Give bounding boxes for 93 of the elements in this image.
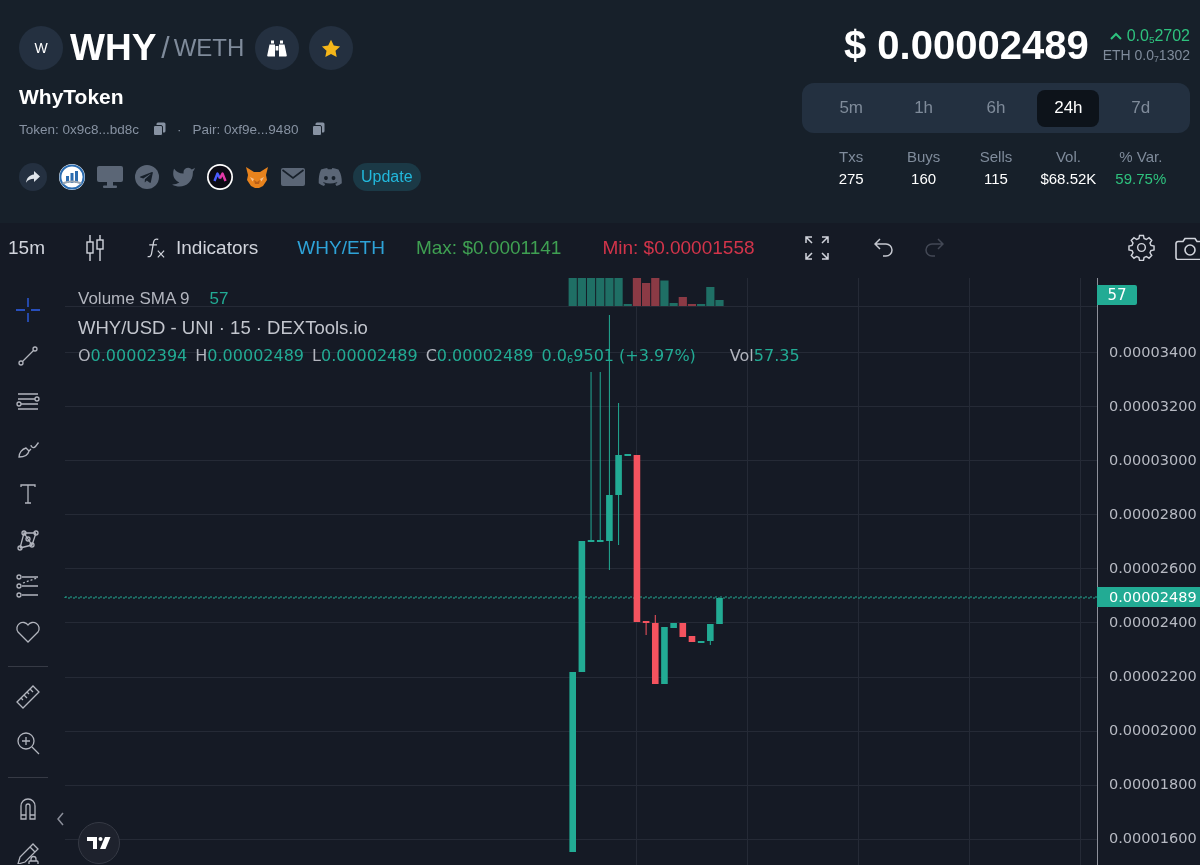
ohlc-label: L (312, 345, 321, 365)
stat-value: 115 (984, 169, 1008, 189)
favorite-button[interactable] (309, 26, 354, 70)
ohlc-label: O (78, 345, 91, 365)
fx-icon (146, 236, 165, 259)
stat-label: Sells (979, 147, 1013, 167)
ohlc-value: 0.00002394 (90, 345, 188, 365)
camera-icon[interactable] (1175, 235, 1200, 260)
token-avatar: W (19, 26, 63, 70)
stat-value: 160 (911, 169, 937, 189)
volume-bar (605, 278, 614, 306)
axis-price-label: 0.00002800 (1109, 505, 1198, 524)
copy-icon[interactable] (153, 122, 167, 136)
caret-up-icon (1109, 31, 1122, 40)
token-symbol: WHY (70, 26, 157, 70)
stat-value: $68.52K (1040, 169, 1097, 189)
last-price-badge: 0.00002489 (1097, 587, 1200, 607)
timeframe-tab[interactable]: 6h (965, 89, 1027, 127)
volume-bar (596, 278, 605, 306)
quote-symbol: WETH (173, 33, 245, 63)
bar-chart-logo-icon[interactable] (59, 164, 85, 190)
stat-label: Vol. (1055, 147, 1081, 167)
settings-icon[interactable] (1128, 234, 1155, 261)
ohlc-label: Vol (729, 345, 754, 365)
crosshair-icon[interactable] (13, 296, 42, 324)
monitor-icon[interactable] (97, 166, 123, 188)
interval-button[interactable]: 15m (8, 236, 45, 259)
stat-value: 59.75% (1115, 169, 1167, 189)
indicators-button[interactable]: Indicators (146, 236, 259, 259)
stat-value: 275 (838, 169, 864, 189)
star-icon (321, 38, 342, 58)
ohlc-label: H (195, 345, 208, 365)
chevron-left-icon[interactable] (57, 812, 65, 826)
update-button[interactable]: Update (353, 163, 421, 191)
token-name: WhyToken (19, 85, 125, 109)
ohlc-value: 0.00002489 (320, 345, 418, 365)
envelope-icon[interactable] (281, 168, 305, 186)
price-eth: ETH 0.0$_{7}$1302 (1102, 46, 1190, 65)
axis-price-label: 0.00002000 (1109, 721, 1198, 740)
stat-label: % Var. (1119, 147, 1163, 167)
undo-icon[interactable] (873, 238, 894, 257)
paper-plane-icon[interactable] (135, 165, 159, 189)
axis-price-label: 0.00003000 (1109, 451, 1198, 470)
candle (652, 615, 659, 684)
candles-icon[interactable] (84, 234, 105, 261)
address-text: Pair: 0xf9e...9480 (192, 121, 299, 137)
candle (670, 623, 677, 628)
bird-icon[interactable] (171, 167, 195, 187)
binoculars-icon (267, 39, 288, 57)
copy-icon[interactable] (312, 122, 326, 136)
fullscreen-icon[interactable] (804, 235, 829, 260)
volume-bar (586, 278, 596, 306)
ohlc-value: 57.35 (753, 345, 800, 365)
axis-price-label: 0.00003400 (1109, 343, 1198, 362)
price-change: 0.0$_{5}$2702 (1126, 26, 1190, 45)
pair-slash: / (161, 30, 170, 66)
volume-bar (651, 278, 660, 306)
price-usd: $ 0.00002489 (843, 22, 1089, 68)
volume-indicator-value: 57 (209, 289, 229, 309)
axis-price-label: 0.00002600 (1109, 559, 1198, 578)
candle (716, 598, 723, 624)
max-price: Max: $0.0001141 (415, 236, 562, 259)
candle (661, 627, 668, 684)
address-text: Token: 0x9c8...bd8c (19, 121, 140, 137)
axis-price-label: 0.00001800 (1109, 775, 1198, 794)
binoculars-button[interactable] (255, 26, 300, 70)
ohlc-value: 0.00002489 (207, 345, 305, 365)
controller-icon[interactable] (317, 168, 343, 186)
min-price: Min: $0.00001558 (602, 236, 755, 259)
symbol-label[interactable]: WHY/ETH (297, 236, 385, 259)
fox-icon[interactable] (245, 166, 269, 188)
volume-bar (642, 283, 651, 306)
axis-price-label: 0.00002200 (1109, 667, 1198, 686)
stat-label: Buys (906, 147, 941, 167)
stat-label: Txs (839, 147, 864, 167)
separator-dot: · (177, 121, 182, 137)
axis-price-label: 0.00003200 (1109, 397, 1198, 416)
ohlc-value: 0.00002489 (436, 345, 534, 365)
timeframe-tab[interactable]: 7d (1109, 89, 1172, 127)
circle-logo-icon[interactable] (207, 164, 233, 190)
axis-price-label: 0.00001600 (1109, 829, 1198, 848)
volume-bar (577, 278, 586, 306)
chart-title: WHY/USD - UNI · 15 · DEXTools.io (78, 316, 369, 340)
timeframe-tab[interactable]: 24h (1037, 89, 1100, 127)
share-icon[interactable] (19, 163, 47, 191)
ohlc-label: C (425, 345, 437, 365)
timeframe-tab[interactable]: 5m (820, 89, 883, 127)
volume-badge: 57 (1097, 285, 1137, 305)
volume-bar (568, 278, 577, 306)
axis-price-label: 0.00002400 (1109, 613, 1198, 632)
candle (707, 624, 714, 645)
volume-indicator-label: Volume SMA 9 (78, 289, 190, 309)
timeframe-tab[interactable]: 1h (892, 89, 955, 127)
